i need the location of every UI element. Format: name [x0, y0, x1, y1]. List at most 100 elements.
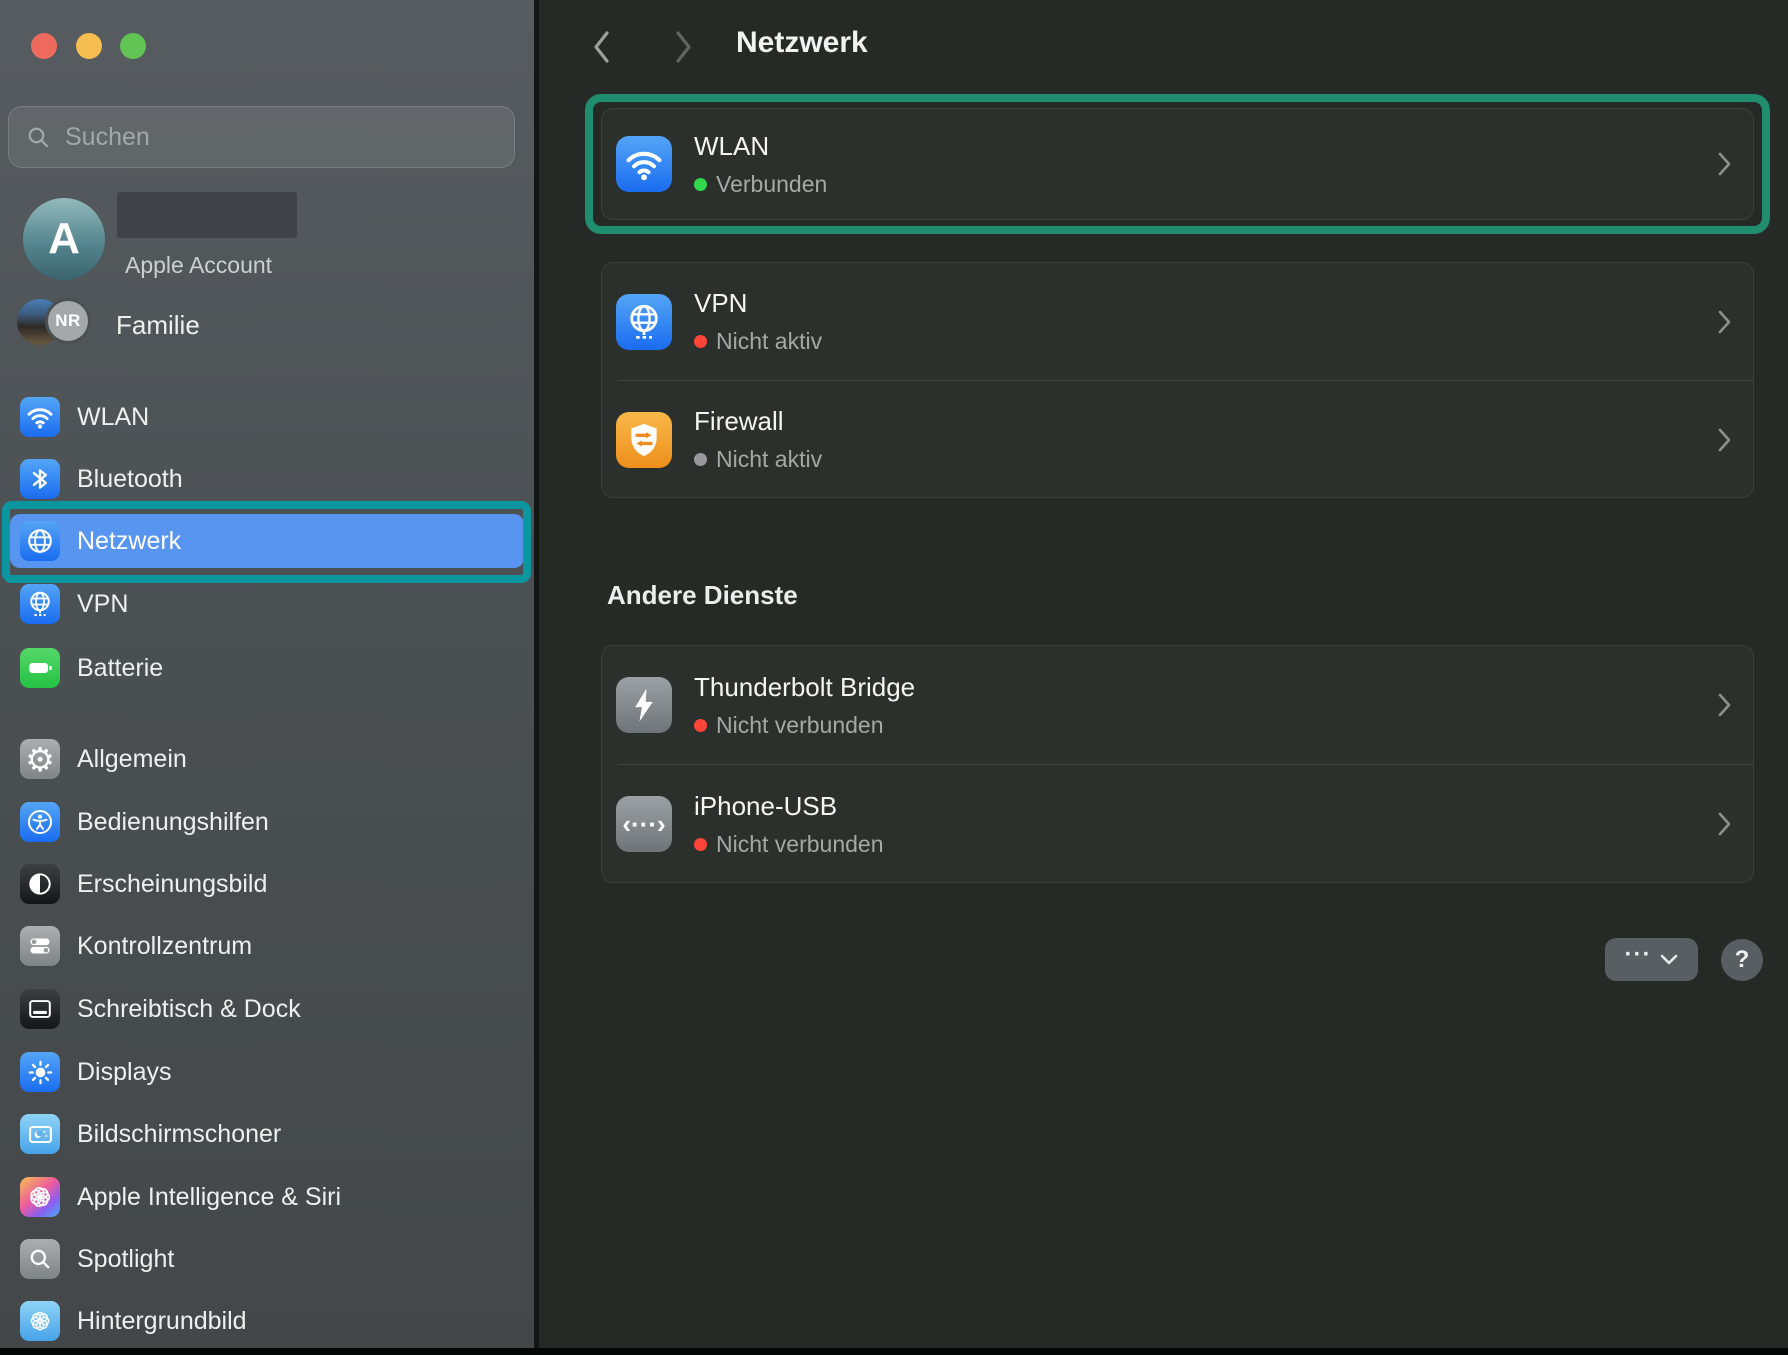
appearance-icon: [20, 864, 60, 904]
sidebar-item-label: Apple Intelligence & Siri: [77, 1183, 341, 1212]
sidebar-item-label: Bedienungshilfen: [77, 808, 269, 837]
row-label: WLAN: [694, 131, 827, 162]
page-title: Netzwerk: [736, 26, 868, 60]
more-options-button[interactable]: ···: [1605, 938, 1698, 981]
firewall-shield-icon: [616, 412, 672, 468]
sidebar-item-wlan[interactable]: WLAN: [10, 389, 524, 445]
wifi-icon: [20, 397, 60, 437]
row-label: VPN: [694, 288, 822, 319]
desktop-dock-icon: [20, 989, 60, 1029]
bluetooth-icon: [20, 459, 60, 499]
iphone-usb-row[interactable]: ‹···› iPhone-USB Nicht verbunden: [602, 765, 1753, 883]
wifi-card: WLAN Verbunden: [601, 108, 1754, 220]
usb-icon: ‹···›: [616, 796, 672, 852]
wallpaper-icon: [20, 1301, 60, 1341]
sidebar-item-label: WLAN: [77, 403, 149, 432]
row-label: iPhone-USB: [694, 791, 884, 822]
status-dot: [694, 335, 707, 348]
family-label: Familie: [116, 310, 200, 341]
chevron-right-icon: [1717, 811, 1733, 837]
wifi-icon: [616, 136, 672, 192]
status-dot: [694, 838, 707, 851]
network-services-card: VPN Nicht aktiv: [601, 262, 1754, 498]
magnifier-icon: [25, 124, 52, 151]
row-label: Thunderbolt Bridge: [694, 672, 915, 703]
wifi-row[interactable]: WLAN Verbunden: [602, 109, 1753, 219]
window-bottom-edge: [0, 1348, 1788, 1355]
status-dot: [694, 719, 707, 732]
sidebar-item-erscheinungsbild[interactable]: Erscheinungsbild: [10, 856, 524, 912]
sidebar-item-label: Spotlight: [77, 1245, 174, 1274]
sidebar-item-label: Schreibtisch & Dock: [77, 995, 301, 1024]
other-services-card: Thunderbolt Bridge Nicht verbunden ‹···›…: [601, 645, 1754, 883]
minimize-button[interactable]: [76, 33, 102, 59]
chevron-right-icon: [1717, 151, 1733, 177]
sidebar-item-bedienungshilfen[interactable]: Bedienungshilfen: [10, 794, 524, 850]
status-dot: [694, 178, 707, 191]
gear-icon: ⚙: [20, 739, 60, 779]
globe-icon: [20, 521, 60, 561]
help-button[interactable]: ?: [1721, 939, 1763, 981]
sidebar: Suchen A Apple Account NR Familie WLAN: [0, 0, 534, 1348]
chevron-down-icon: [1660, 953, 1678, 966]
status-text: Nicht aktiv: [716, 446, 822, 473]
sidebar-item-hintergrundbild[interactable]: Hintergrundbild: [10, 1293, 524, 1349]
battery-icon: [20, 648, 60, 688]
sidebar-item-label: VPN: [77, 590, 128, 619]
vpn-row[interactable]: VPN Nicht aktiv: [602, 263, 1753, 380]
magnifier-icon: [20, 1239, 60, 1279]
row-label: Firewall: [694, 406, 822, 437]
screensaver-icon: [20, 1114, 60, 1154]
sidebar-item-spotlight[interactable]: Spotlight: [10, 1231, 524, 1287]
sidebar-item-bluetooth[interactable]: Bluetooth: [10, 451, 524, 507]
question-mark-icon: ?: [1735, 946, 1750, 974]
sidebar-item-label: Kontrollzentrum: [77, 932, 252, 961]
family-badge-avatar: NR: [45, 298, 91, 344]
search-placeholder: Suchen: [65, 123, 150, 152]
sidebar-item-schreibtisch-dock[interactable]: Schreibtisch & Dock: [10, 981, 524, 1037]
zoom-button[interactable]: [120, 33, 146, 59]
chevron-right-icon: [1717, 692, 1733, 718]
close-button[interactable]: [31, 33, 57, 59]
status-text: Nicht verbunden: [716, 712, 884, 739]
sidebar-item-label: Hintergrundbild: [77, 1307, 247, 1336]
account-name-redacted: [117, 192, 297, 238]
vpn-globe-icon: [20, 584, 60, 624]
firewall-row[interactable]: Firewall Nicht aktiv: [602, 381, 1753, 498]
sidebar-item-label: Bildschirmschoner: [77, 1120, 281, 1149]
sidebar-item-kontrollzentrum[interactable]: Kontrollzentrum: [10, 918, 524, 974]
search-input[interactable]: Suchen: [8, 106, 515, 168]
status-text: Nicht aktiv: [716, 328, 822, 355]
network-settings-panel: Netzwerk WLAN Verbunden: [539, 0, 1788, 1348]
status-text: Verbunden: [716, 171, 827, 198]
sidebar-item-label: Erscheinungsbild: [77, 870, 267, 899]
sidebar-item-batterie[interactable]: Batterie: [10, 640, 524, 696]
sidebar-item-vpn[interactable]: VPN: [10, 576, 524, 632]
control-center-icon: [20, 926, 60, 966]
sun-icon: [20, 1052, 60, 1092]
sidebar-item-label: Batterie: [77, 654, 163, 683]
back-button[interactable]: [590, 29, 614, 70]
sidebar-item-apple-intelligence-siri[interactable]: Apple Intelligence & Siri: [10, 1169, 524, 1225]
sidebar-item-label: Allgemein: [77, 745, 187, 774]
ellipsis-icon: ···: [1625, 941, 1652, 969]
accessibility-icon: [20, 802, 60, 842]
apple-account-label: Apple Account: [125, 252, 272, 279]
status-text: Nicht verbunden: [716, 831, 884, 858]
chevron-right-icon: [1717, 309, 1733, 335]
avatar: A: [23, 198, 105, 280]
vpn-globe-icon: [616, 294, 672, 350]
thunderbolt-icon: [616, 677, 672, 733]
thunderbolt-bridge-row[interactable]: Thunderbolt Bridge Nicht verbunden: [602, 646, 1753, 764]
sidebar-item-netzwerk[interactable]: Netzwerk: [10, 514, 524, 568]
sidebar-item-label: Netzwerk: [77, 527, 181, 556]
sidebar-item-label: Bluetooth: [77, 465, 183, 494]
status-dot: [694, 453, 707, 466]
sidebar-item-displays[interactable]: Displays: [10, 1044, 524, 1100]
sidebar-item-label: Displays: [77, 1058, 171, 1087]
apple-intelligence-icon: [20, 1177, 60, 1217]
sidebar-item-bildschirmschoner[interactable]: Bildschirmschoner: [10, 1106, 524, 1162]
forward-button[interactable]: [671, 29, 695, 70]
sidebar-item-allgemein[interactable]: ⚙ Allgemein: [10, 731, 524, 787]
section-title: Andere Dienste: [607, 580, 798, 611]
